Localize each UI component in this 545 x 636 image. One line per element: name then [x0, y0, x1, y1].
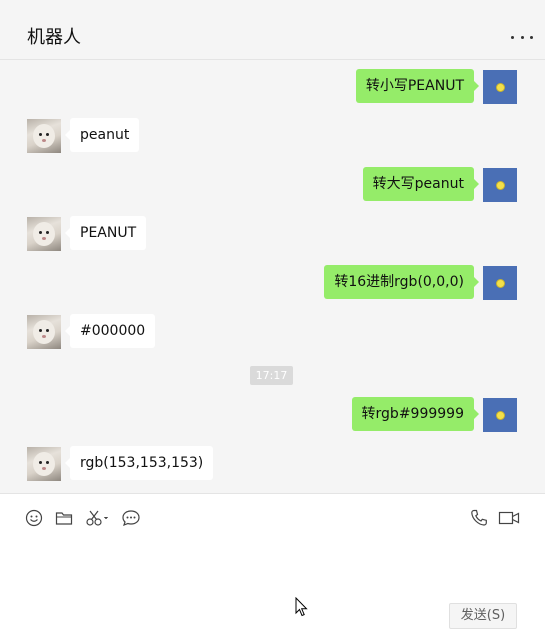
bot-avatar[interactable]: [27, 447, 61, 481]
folder-icon: [55, 512, 73, 525]
message-outgoing: 转rgb#999999: [0, 397, 545, 433]
message-bubble[interactable]: 转rgb#999999: [351, 397, 480, 431]
mouse-cursor-icon: [295, 597, 308, 617]
chat-header: 机器人: [0, 0, 545, 60]
message-bubble[interactable]: peanut: [64, 118, 140, 152]
message-bubble[interactable]: PEANUT: [64, 216, 147, 250]
video-call-button[interactable]: [498, 508, 520, 528]
star-icon: [496, 411, 504, 419]
my-avatar[interactable]: [483, 398, 517, 432]
message-list[interactable]: 转小写PEANUT peanut 转大写peanut PEANUT 转16进制r…: [0, 61, 545, 493]
bot-avatar[interactable]: [27, 315, 61, 349]
more-options-button[interactable]: [511, 30, 533, 44]
more-dot-icon: [530, 35, 533, 39]
screenshot-button[interactable]: [85, 508, 111, 528]
voice-call-button[interactable]: [469, 508, 489, 528]
message-outgoing: 转大写peanut: [0, 167, 545, 203]
message-incoming: rgb(153,153,153): [0, 446, 545, 482]
more-dot-icon: [520, 35, 524, 39]
phone-icon: [471, 509, 487, 526]
star-icon: [496, 181, 504, 189]
message-outgoing: 转16进制rgb(0,0,0): [0, 265, 545, 301]
message-incoming: PEANUT: [0, 216, 545, 252]
chat-history-button[interactable]: [121, 508, 141, 528]
input-area[interactable]: 发送(S): [0, 493, 545, 636]
star-icon: [496, 83, 504, 91]
message-bubble[interactable]: 转16进制rgb(0,0,0): [324, 265, 479, 299]
chat-bubble-icon: [122, 510, 140, 527]
star-icon: [496, 279, 504, 287]
more-dot-icon: [511, 35, 514, 39]
video-icon: [498, 511, 520, 525]
my-avatar[interactable]: [483, 70, 517, 104]
send-file-button[interactable]: [54, 508, 74, 528]
message-incoming: peanut: [0, 118, 545, 154]
my-avatar[interactable]: [483, 266, 517, 300]
scissors-icon: [86, 510, 109, 526]
bot-avatar[interactable]: [27, 217, 61, 251]
emoji-icon: [25, 509, 43, 527]
chat-title: 机器人: [27, 27, 81, 48]
message-outgoing: 转小写PEANUT: [0, 69, 545, 105]
timestamp-divider: 17:17: [250, 366, 293, 385]
message-bubble[interactable]: 转小写PEANUT: [355, 69, 480, 103]
bot-avatar[interactable]: [27, 119, 61, 153]
send-button[interactable]: 发送(S): [449, 603, 517, 629]
my-avatar[interactable]: [483, 168, 517, 202]
message-bubble[interactable]: #000000: [64, 314, 156, 348]
message-bubble[interactable]: rgb(153,153,153): [64, 446, 214, 480]
message-incoming: #000000: [0, 314, 545, 350]
emoji-button[interactable]: [24, 508, 44, 528]
message-bubble[interactable]: 转大写peanut: [362, 167, 480, 201]
